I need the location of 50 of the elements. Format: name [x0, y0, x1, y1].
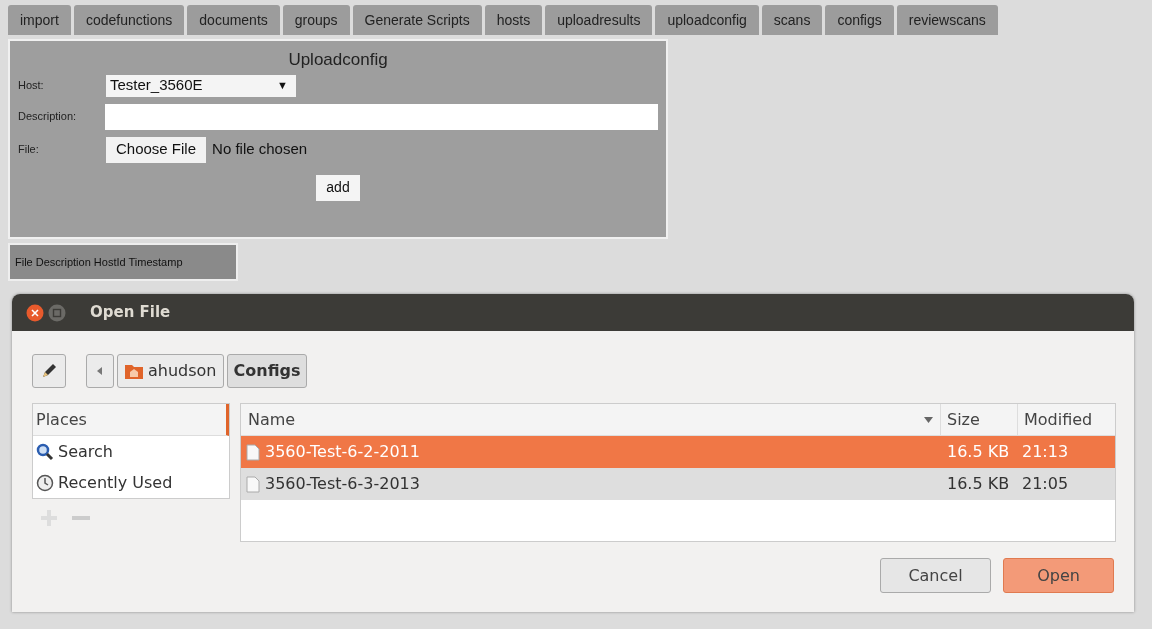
column-header[interactable]: Modified — [1018, 404, 1115, 435]
file-modified: 21:13 — [1021, 441, 1070, 463]
tab[interactable]: groups — [282, 5, 350, 35]
column-header[interactable]: Size — [941, 404, 1018, 435]
file-icon — [246, 475, 260, 493]
place-item[interactable]: Recently Used — [33, 467, 229, 498]
window-title: Open File — [90, 302, 171, 324]
tab[interactable]: hosts — [484, 5, 543, 35]
pencil-icon — [40, 362, 58, 380]
add-button[interactable]: add — [316, 174, 360, 201]
column-header[interactable]: Name — [241, 404, 941, 435]
form-title: Uploadconfig — [287, 49, 389, 71]
edit-button[interactable] — [32, 354, 66, 388]
tab[interactable]: uploadresults — [545, 5, 653, 35]
cancel-button[interactable]: Cancel — [880, 558, 991, 593]
field-label: File: — [18, 142, 40, 158]
host-dropdown[interactable]: Tester_3560E ▼ — [106, 74, 296, 97]
search-icon — [36, 442, 54, 461]
file-status: No file chosen — [212, 139, 308, 160]
description-field[interactable] — [105, 103, 658, 130]
tab[interactable]: codefunctions — [73, 5, 185, 35]
tab[interactable]: uploadconfig — [655, 5, 759, 35]
file-modified: 21:05 — [1021, 473, 1070, 495]
tab[interactable]: Generate Scripts — [352, 5, 482, 35]
field-label: Description: — [18, 109, 78, 125]
file-row[interactable]: 3560-Test-6-3-2013 16.5 KB 21:05 — [241, 468, 1115, 500]
left-arrow-icon — [97, 367, 103, 375]
place-item[interactable]: Search — [33, 436, 229, 467]
field-label: Host: — [18, 78, 45, 94]
sort-icon — [924, 416, 933, 423]
path-button[interactable]: ahudson — [117, 354, 224, 388]
open-button[interactable]: Open — [1003, 558, 1114, 593]
tab[interactable]: reviewscans — [896, 5, 998, 35]
column-header[interactable]: Places — [33, 404, 229, 436]
table-header: File Description HostId Timestamp — [8, 243, 238, 281]
file-size: 16.5 KB — [946, 441, 1011, 463]
back-button[interactable] — [86, 354, 114, 388]
choose-file-button[interactable]: Choose File — [106, 136, 207, 163]
file-icon — [246, 443, 260, 461]
home-folder-icon — [124, 362, 144, 380]
tab[interactable]: documents — [187, 5, 280, 35]
tab[interactable]: configs — [825, 5, 894, 35]
path-button[interactable]: Configs — [226, 354, 308, 388]
file-size: 16.5 KB — [946, 473, 1011, 495]
tab[interactable]: scans — [761, 5, 823, 35]
file-name: 3560-Test-6-3-2013 — [265, 473, 420, 495]
close-icon[interactable] — [26, 303, 44, 322]
file-name: 3560-Test-6-2-2011 — [265, 441, 420, 463]
tab[interactable]: import — [8, 5, 71, 35]
clock-icon — [36, 473, 54, 492]
